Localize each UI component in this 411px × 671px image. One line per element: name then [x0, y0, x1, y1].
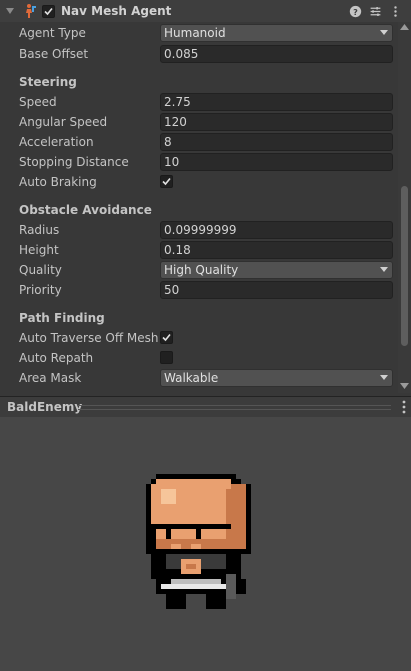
- auto-traverse-row: Auto Traverse Off Mesh Link: [0, 328, 398, 348]
- stopping-distance-field[interactable]: 10: [160, 153, 393, 171]
- obstacle-avoidance-header: Obstacle Avoidance: [19, 203, 152, 217]
- radius-row: Radius 0.09999999: [0, 220, 398, 240]
- svg-text:?: ?: [353, 6, 358, 16]
- base-offset-label: Base Offset: [19, 47, 89, 61]
- base-offset-field[interactable]: 0.085: [160, 45, 393, 63]
- quality-value: High Quality: [164, 263, 239, 277]
- component-title: Nav Mesh Agent: [61, 4, 172, 18]
- help-icon[interactable]: ?: [347, 3, 363, 19]
- radius-label: Radius: [19, 223, 60, 237]
- nav-mesh-agent-icon: [26, 4, 36, 18]
- speed-label: Speed: [19, 95, 57, 109]
- agent-type-row: Agent Type Humanoid: [0, 23, 398, 43]
- presets-icon[interactable]: [367, 3, 383, 19]
- scroll-thumb[interactable]: [401, 186, 408, 346]
- height-field[interactable]: 0.18: [160, 241, 393, 259]
- angular-speed-row: Angular Speed 120: [0, 112, 398, 132]
- auto-braking-row: Auto Braking: [0, 172, 398, 192]
- preview-header[interactable]: BaldEnemy: [0, 396, 411, 417]
- quality-label: Quality: [19, 263, 62, 277]
- preview-resize-grip[interactable]: [78, 405, 391, 410]
- angular-speed-field[interactable]: 120: [160, 113, 393, 131]
- quality-row: Quality High Quality: [0, 260, 398, 280]
- auto-braking-label: Auto Braking: [19, 175, 97, 189]
- foldout-arrow-icon[interactable]: [6, 7, 14, 15]
- area-mask-label: Area Mask: [19, 371, 82, 385]
- auto-braking-checkbox[interactable]: [160, 175, 173, 188]
- auto-repath-checkbox[interactable]: [160, 351, 173, 364]
- agent-type-dropdown[interactable]: Humanoid: [160, 24, 393, 42]
- inspector-scrollbar[interactable]: [398, 22, 411, 393]
- auto-repath-label: Auto Repath: [19, 351, 94, 365]
- chevron-down-icon: [380, 267, 388, 272]
- checkmark-icon: [162, 333, 171, 342]
- speed-row: Speed 2.75: [0, 92, 398, 112]
- priority-row: Priority 50: [0, 280, 398, 300]
- kebab-menu-icon[interactable]: [402, 400, 406, 414]
- area-mask-value: Walkable: [164, 371, 219, 385]
- scroll-down-icon[interactable]: [400, 383, 409, 389]
- bald-enemy-sprite: [146, 474, 251, 609]
- quality-dropdown[interactable]: High Quality: [160, 261, 393, 279]
- preview-title: BaldEnemy: [7, 400, 83, 414]
- component-enabled-checkbox[interactable]: [42, 4, 55, 18]
- acceleration-label: Acceleration: [19, 135, 94, 149]
- area-mask-dropdown[interactable]: Walkable: [160, 369, 393, 387]
- acceleration-row: Acceleration 8: [0, 132, 398, 152]
- radius-field[interactable]: 0.09999999: [160, 221, 393, 239]
- steering-header: Steering: [19, 75, 77, 89]
- priority-label: Priority: [19, 283, 62, 297]
- sprite-preview-area: [0, 417, 411, 671]
- checkmark-icon: [162, 177, 171, 186]
- base-offset-row: Base Offset 0.085: [0, 44, 398, 64]
- angular-speed-label: Angular Speed: [19, 115, 108, 129]
- stopping-distance-row: Stopping Distance 10: [0, 152, 398, 172]
- kebab-menu-icon[interactable]: [387, 3, 403, 19]
- area-mask-row: Area Mask Walkable: [0, 368, 398, 388]
- auto-repath-row: Auto Repath: [0, 348, 398, 368]
- agent-type-label: Agent Type: [19, 26, 86, 40]
- scroll-up-icon[interactable]: [400, 24, 409, 30]
- height-label: Height: [19, 243, 59, 257]
- speed-field[interactable]: 2.75: [160, 93, 393, 111]
- path-finding-header: Path Finding: [19, 311, 105, 325]
- auto-traverse-checkbox[interactable]: [160, 331, 173, 344]
- chevron-down-icon: [380, 30, 388, 35]
- chevron-down-icon: [380, 375, 388, 380]
- agent-type-value: Humanoid: [164, 26, 226, 40]
- auto-traverse-label: Auto Traverse Off Mesh Link: [19, 331, 159, 345]
- component-header[interactable]: Nav Mesh Agent ?: [0, 0, 411, 22]
- priority-field[interactable]: 50: [160, 281, 393, 299]
- height-row: Height 0.18: [0, 240, 398, 260]
- stopping-distance-label: Stopping Distance: [19, 155, 129, 169]
- acceleration-field[interactable]: 8: [160, 133, 393, 151]
- inspector-panel: Agent Type Humanoid Base Offset 0.085 St…: [0, 22, 398, 393]
